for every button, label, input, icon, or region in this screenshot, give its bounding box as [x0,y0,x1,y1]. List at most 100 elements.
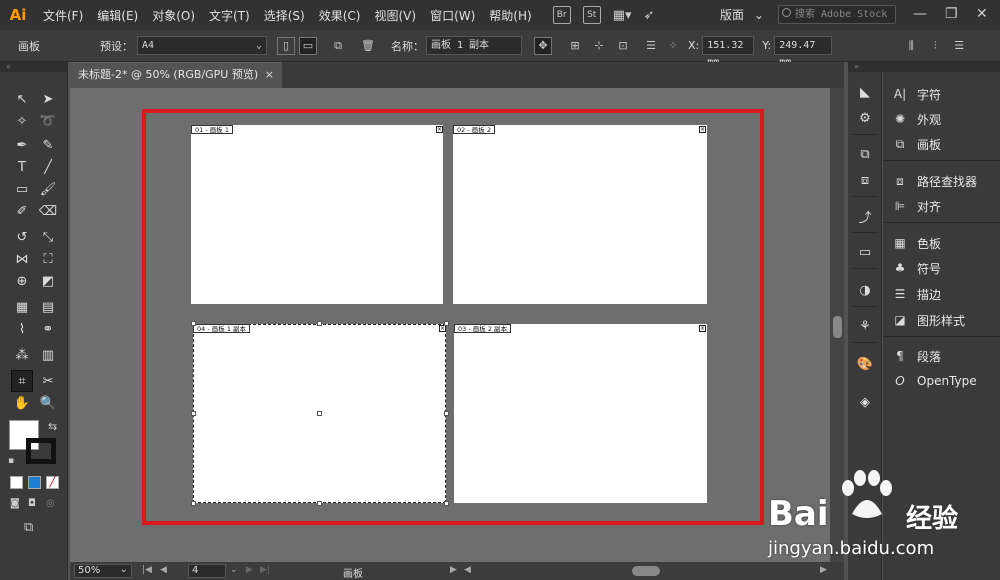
menu-type[interactable]: 文字(T) [202,7,257,24]
zoom-select[interactable]: 50% ⌄ [74,564,132,578]
artboard-options-icon[interactable]: ☰ [642,37,660,55]
panel-character[interactable]: A| 字符 [891,84,941,104]
panel-artboards[interactable]: ⧉ 画板 [891,134,941,154]
reference-point-icon[interactable]: ⁘ [664,37,682,55]
gpu-performance-icon[interactable]: ➶ [644,8,655,23]
status-menu-icon[interactable]: ▶ [450,565,457,575]
rotate-tool-icon[interactable]: ↺ [11,226,33,248]
restore-icon[interactable]: ❐ [945,6,958,22]
width-tool-icon[interactable]: ⋈ [11,248,33,270]
close-document-icon[interactable]: × [265,63,274,87]
default-colors-icon[interactable]: ▪ [8,456,14,466]
screen-mode-icon[interactable]: ⧉ [24,520,33,535]
lasso-tool-icon[interactable]: ➰ [37,110,59,132]
artboard-tool-icon[interactable]: ⌗ [11,370,33,392]
align-icon[interactable]: ⫼ [902,37,920,55]
preset-select[interactable]: A4 ⌄ [137,36,267,55]
stroke-swatch[interactable] [26,438,56,464]
portrait-icon[interactable]: ▯ [277,36,295,55]
blend-tool-icon[interactable]: ⚭ [37,318,59,340]
symbol-sprayer-tool-icon[interactable]: ⁂ [11,344,33,366]
landscape-icon[interactable]: ▭ [299,36,317,55]
scale-tool-icon[interactable]: ⤡ [37,226,59,248]
arrange-documents-icon[interactable]: ▦▾ [613,8,632,23]
delete-artboard-icon[interactable]: 🗑 [359,37,377,55]
menu-select[interactable]: 选择(S) [257,7,312,24]
show-cross-hairs-icon[interactable]: ⊹ [590,37,608,55]
panel-collapse[interactable]: » [848,62,1000,72]
color-mode-icon[interactable] [10,476,23,489]
artboard-name-field[interactable]: 画板 1 副本 [426,36,522,55]
transform-icon[interactable]: ⧉ [855,144,875,164]
magic-wand-tool-icon[interactable]: ✧ [11,110,33,132]
menu-view[interactable]: 视图(V) [367,7,423,24]
color-palette-icon[interactable]: 🎨 [855,354,875,374]
panel-pathfinder[interactable]: ⧈ 路径查找器 [891,171,977,191]
shape-builder-tool-icon[interactable]: ⊕ [11,270,33,292]
menu-effect[interactable]: 效果(C) [312,7,368,24]
shaper-tool-icon[interactable]: ✐ [11,200,33,222]
panel-stroke[interactable]: ☰ 描边 [891,284,941,304]
perspective-grid-tool-icon[interactable]: ▦ [11,296,33,318]
column-graph-tool-icon[interactable]: ▥ [37,344,59,366]
menu-edit[interactable]: 编辑(E) [90,7,145,24]
menu-window[interactable]: 窗口(W) [423,7,482,24]
show-center-mark-icon[interactable]: ⊞ [566,37,584,55]
canvas[interactable]: 01 - 画板 1 × 02 - 画板 2 × 04 - 画板 1 副本 × 0… [70,88,830,562]
gradient-tool-icon[interactable]: ▤ [37,296,59,318]
draw-normal-icon[interactable]: ◙ [10,498,20,509]
pathfinder-icon[interactable]: ⧈ [855,170,875,190]
move-copy-artwork-icon[interactable]: ✥ [534,36,552,55]
curvature-tool-icon[interactable]: ✎ [37,134,59,156]
selection-tool-icon[interactable]: ↖ [11,88,33,110]
minimize-icon[interactable]: — [913,6,927,22]
live-paint-tool-icon[interactable]: ◩ [37,270,59,292]
y-field[interactable]: 249.47 mm [774,36,833,68]
hand-tool-icon[interactable]: ✋ [11,392,33,414]
panel-swatches[interactable]: ▦ 色板 [891,233,941,253]
panel-align[interactable]: ⊫ 对齐 [891,196,941,216]
slice-tool-icon[interactable]: ✂ [37,370,59,392]
scroll-left-icon[interactable]: ◀ [464,565,471,575]
gradient-mode-icon[interactable] [28,476,41,489]
artboard-number-field[interactable]: 4 [188,564,226,578]
last-artboard-icon[interactable]: ▶| [260,565,270,575]
close-icon[interactable]: ✕ [976,6,988,22]
appearance-gear-icon[interactable]: ⚙ [855,108,875,128]
next-artboard-icon[interactable]: ▶ [246,565,253,575]
paintbrush-tool-icon[interactable]: 🖌 [37,178,59,200]
swap-colors-icon[interactable]: ⇆ [48,420,57,433]
zoom-tool-icon[interactable]: 🔍 [37,392,59,414]
none-mode-icon[interactable]: ╱ [46,476,59,489]
line-tool-icon[interactable]: ╱ [37,156,59,178]
layers-shape-icon[interactable]: ◣ [855,82,875,102]
panel-paragraph[interactable]: ¶ 段落 [891,346,941,366]
distribute-icon[interactable]: ⫶ [926,37,944,55]
menu-object[interactable]: 对象(O) [145,7,202,24]
menu-file[interactable]: 文件(F) [36,7,90,24]
libraries-icon[interactable]: ⚘ [855,316,875,336]
eraser-tool-icon[interactable]: ⌫ [37,200,59,222]
first-artboard-icon[interactable]: |◀ [142,565,152,575]
stock-search-input[interactable]: 搜索 Adobe Stock [778,5,896,24]
panel-appearance[interactable]: ✺ 外观 [891,109,941,129]
x-field[interactable]: 151.32 mm [702,36,755,68]
pen-tool-icon[interactable]: ✒ [11,134,33,156]
toolbar-collapse[interactable]: « [0,62,68,72]
eyedropper-tool-icon[interactable]: ⌇ [11,318,33,340]
panel-graphic-styles[interactable]: ◪ 图形样式 [891,310,965,330]
new-artboard-icon[interactable]: ⧉ [329,37,347,55]
workspace-switcher[interactable]: 版面 ⌄ [720,6,764,23]
previous-artboard-icon[interactable]: ◀ [160,565,167,575]
free-transform-tool-icon[interactable]: ⛶ [37,248,59,270]
gradient-icon[interactable]: ▭ [855,242,875,262]
type-tool-icon[interactable]: T [11,156,33,178]
rectangle-tool-icon[interactable]: ▭ [11,178,33,200]
direct-selection-tool-icon[interactable]: ➤ [37,88,59,110]
panel-menu-icon[interactable]: ☰ [950,37,968,55]
show-video-safe-icon[interactable]: ⊡ [614,37,632,55]
scrollbar-thumb[interactable] [833,316,842,338]
stock-button[interactable]: St [582,6,601,24]
menu-help[interactable]: 帮助(H) [482,7,538,24]
document-tab[interactable]: 未标题-2* @ 50% (RGB/GPU 预览) × [70,62,282,88]
